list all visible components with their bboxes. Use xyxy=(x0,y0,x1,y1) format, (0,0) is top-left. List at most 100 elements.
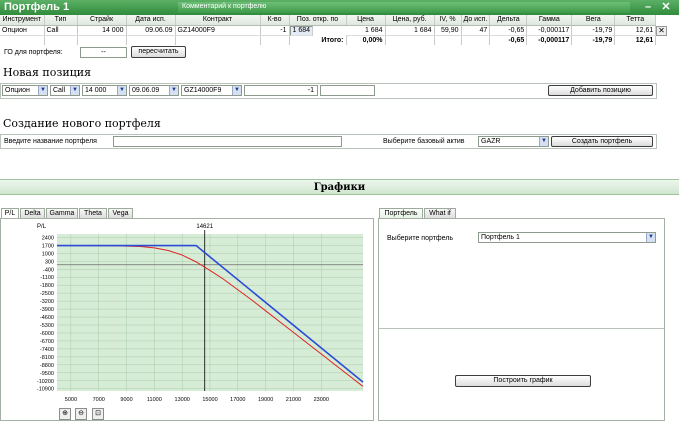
x-tick-label: 17000 xyxy=(230,397,245,403)
x-tick-label: 11000 xyxy=(147,397,162,403)
cell-price: 1 684 xyxy=(346,25,386,36)
column-header[interactable]: Страйк xyxy=(77,15,127,26)
pl-chart[interactable]: 2400 1700 1000 300 -400 -1100 -1800 -2500 -3200 -… xyxy=(0,218,374,408)
strike-select[interactable]: 14 000 ▼ xyxy=(82,85,127,96)
y-tick-label: -6000 xyxy=(40,331,54,337)
x-tick-label: 21000 xyxy=(286,397,301,403)
y-tick-label: 1700 xyxy=(42,243,54,249)
cell-days: 47 xyxy=(461,25,491,36)
y-tick-label: -1100 xyxy=(40,275,54,281)
contract-select[interactable]: GZ14000F9 ▼ xyxy=(181,85,242,96)
instrument-select[interactable]: Опцион ▼ xyxy=(2,85,48,96)
tab-vega[interactable]: Vega xyxy=(108,208,133,218)
column-header[interactable]: Контракт xyxy=(175,15,261,26)
y-tick-label: -2500 xyxy=(40,291,54,297)
column-header[interactable]: Дельта xyxy=(489,15,528,26)
new-position-heading: Новая позиция xyxy=(3,66,92,79)
column-header[interactable]: К-во xyxy=(260,15,290,26)
price-field[interactable] xyxy=(320,85,375,96)
y-tick-label: -10200 xyxy=(37,379,54,385)
add-position-button[interactable]: Добавить позицию xyxy=(548,85,653,96)
column-header[interactable]: Цена xyxy=(346,15,386,26)
cell-open-price[interactable]: 1 684 xyxy=(289,25,314,36)
cell-instrument: Опцион xyxy=(0,25,45,36)
x-tick-label: 23000 xyxy=(314,397,329,403)
column-header[interactable]: Тип xyxy=(44,15,78,26)
x-tick-label: 7000 xyxy=(93,397,105,403)
go-value: -- xyxy=(80,47,127,58)
x-tick-label: 15000 xyxy=(202,397,217,403)
column-header[interactable]: До исп. xyxy=(461,15,491,26)
y-axis-label: P/L xyxy=(37,224,47,230)
total-value: 0,00% xyxy=(346,35,386,45)
column-header[interactable]: Дата исп. xyxy=(126,15,176,26)
tab-portfolio[interactable]: Портфель xyxy=(379,208,423,218)
date-select[interactable]: 09.06.09 ▼ xyxy=(129,85,179,96)
y-tick-label: -10900 xyxy=(37,387,54,393)
create-portfolio-button[interactable]: Создать портфель xyxy=(551,136,653,147)
quantity-field[interactable]: -1 xyxy=(244,85,318,96)
zoom-in-icon[interactable]: ⊕ xyxy=(59,408,71,420)
minimize-icon[interactable]: – xyxy=(641,1,655,14)
new-portfolio-heading: Создание нового портфеля xyxy=(3,117,161,130)
table-row[interactable]: Опцион Call 14 000 09.06.09 GZ14000F9 -1… xyxy=(0,25,657,36)
tab-delta[interactable]: Delta xyxy=(20,208,45,218)
portfolio-select[interactable]: Портфель 1 ▼ xyxy=(478,232,656,243)
total-gamma: -0,000117 xyxy=(526,35,573,45)
y-tick-label: -6700 xyxy=(40,339,54,345)
cell-qty: -1 xyxy=(260,25,290,36)
x-tick-label: 13000 xyxy=(175,397,190,403)
chevron-down-icon: ▼ xyxy=(646,233,655,242)
delete-row-icon[interactable]: ✕ xyxy=(656,26,667,36)
total-delta: -0,65 xyxy=(489,35,528,45)
type-select[interactable]: Call ▼ xyxy=(50,85,80,96)
chevron-down-icon: ▼ xyxy=(169,86,178,95)
x-tick-label: 19000 xyxy=(258,397,273,403)
positions-table: Инструмент Тип Страйк Дата исп. Контракт… xyxy=(0,15,657,45)
y-tick-label: 1000 xyxy=(42,251,54,257)
column-header[interactable]: Цена, руб. xyxy=(385,15,435,26)
build-chart-button[interactable]: Построить график xyxy=(455,375,591,387)
y-tick-label: 300 xyxy=(45,259,54,265)
x-tick-label: 9000 xyxy=(120,397,132,403)
portfolio-name-input[interactable] xyxy=(113,136,342,147)
base-asset-select[interactable]: GAZR ▼ xyxy=(478,136,549,147)
close-icon[interactable]: ✕ xyxy=(659,1,673,14)
cell-gamma: -0,000117 xyxy=(526,25,573,36)
chevron-down-icon: ▼ xyxy=(539,137,548,146)
window-title: Портфель 1 xyxy=(4,1,70,13)
total-theta: 12,61 xyxy=(614,35,657,45)
y-tick-label: -7400 xyxy=(40,347,54,353)
portfolio-comment-field[interactable]: Комментарий к портфелю xyxy=(178,2,630,13)
y-tick-label: -400 xyxy=(43,267,54,273)
recalculate-button[interactable]: пересчитать xyxy=(131,46,186,58)
y-tick-label: -1800 xyxy=(40,283,54,289)
column-header[interactable]: Гамма xyxy=(526,15,573,26)
x-tick-labels: 5000 7000 9000 11000 13000 15000 17000 19000 210… xyxy=(65,397,329,403)
y-tick-label: -3900 xyxy=(40,307,54,313)
y-tick-label: -8100 xyxy=(40,355,54,361)
cell-iv: 59,90 xyxy=(434,25,462,36)
zoom-out-icon[interactable]: ⊖ xyxy=(75,408,87,420)
table-header-row: Инструмент Тип Страйк Дата исп. Контракт… xyxy=(0,15,657,26)
column-header[interactable]: Тетта xyxy=(614,15,657,26)
base-asset-label: Выберите базовый актив xyxy=(383,138,465,145)
column-header[interactable]: Поз. откр. по xyxy=(289,15,347,26)
tab-theta[interactable]: Theta xyxy=(79,208,107,218)
title-bar: Портфель 1 Комментарий к портфелю – ✕ xyxy=(0,0,679,15)
column-header[interactable]: IV, % xyxy=(434,15,462,26)
panel-divider xyxy=(379,328,664,329)
chevron-down-icon: ▼ xyxy=(38,86,47,95)
tab-what-if[interactable]: What if xyxy=(424,208,456,218)
cell-delta: -0,65 xyxy=(489,25,528,36)
tab-gamma[interactable]: Gamma xyxy=(46,208,78,218)
cell-theta: 12,61 xyxy=(614,25,657,36)
go-label: ГО для портфеля: xyxy=(4,49,63,56)
tab-pl[interactable]: P/L xyxy=(1,208,19,218)
chevron-down-icon: ▼ xyxy=(70,86,79,95)
cell-date: 09.06.09 xyxy=(126,25,176,36)
column-header[interactable]: Вега xyxy=(571,15,616,26)
cell-price-rub: 1 684 xyxy=(385,25,435,36)
column-header[interactable]: Инструмент xyxy=(0,15,45,26)
zoom-fit-icon[interactable]: ⊡ xyxy=(92,408,104,420)
